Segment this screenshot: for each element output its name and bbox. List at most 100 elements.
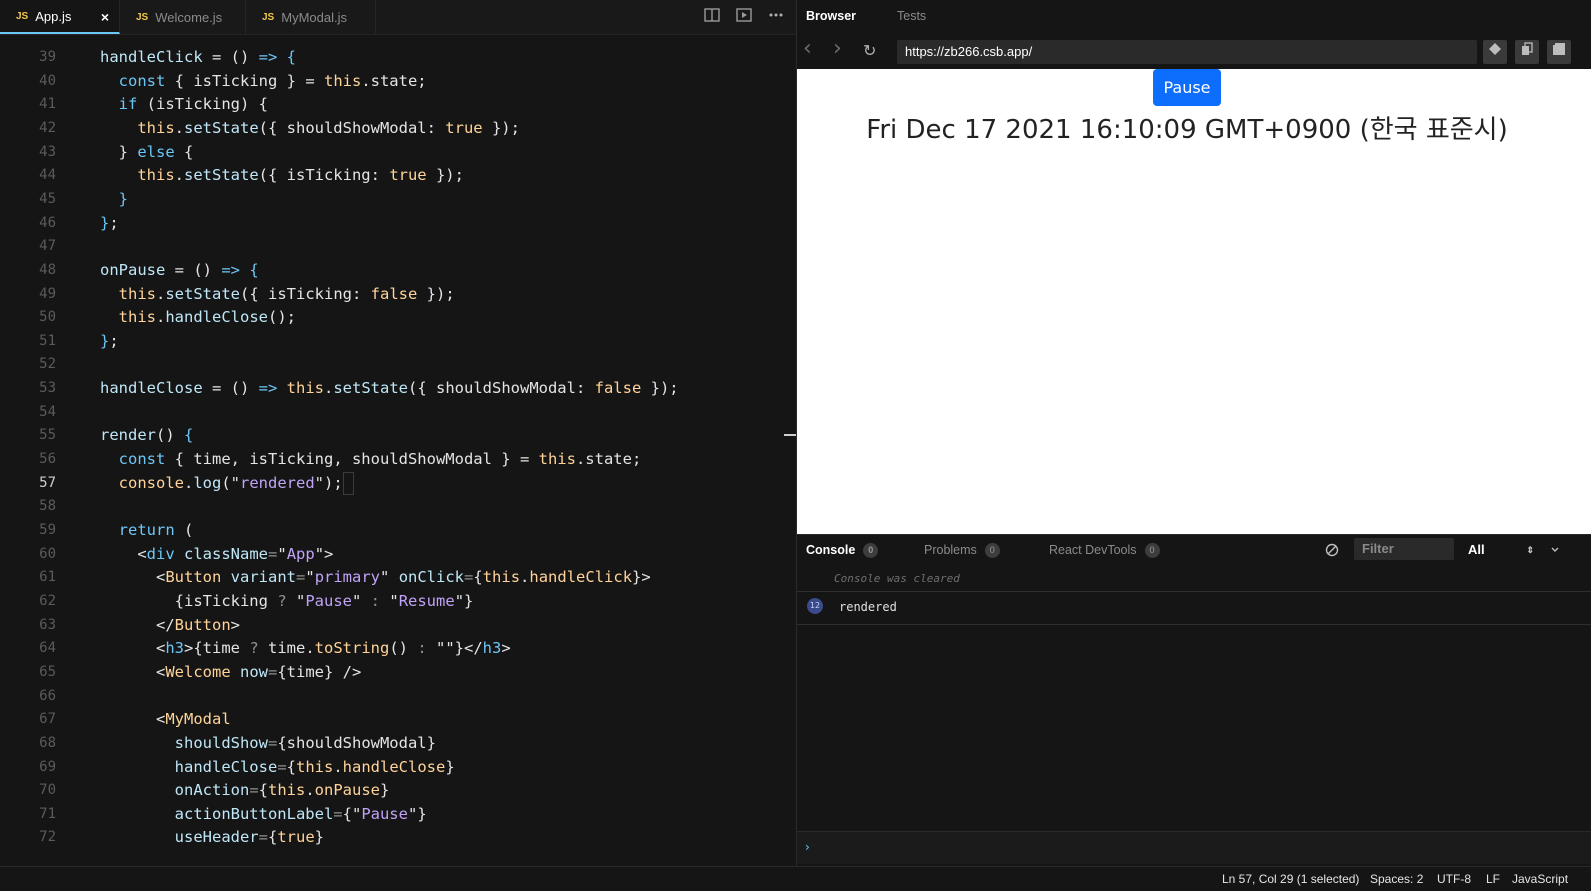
encoding[interactable]: UTF-8	[1437, 872, 1471, 886]
code-line[interactable]: 54	[0, 400, 782, 424]
chevron-down-icon[interactable]	[1549, 540, 1561, 559]
code-token: false	[370, 284, 418, 303]
code-line[interactable]: 42 this.setState({ shouldShowModal: true…	[0, 116, 782, 140]
code-text: console.log("rendered");	[100, 471, 343, 495]
code-line[interactable]: 63 </Button>	[0, 613, 782, 637]
code-token: (	[174, 521, 194, 539]
code-line[interactable]: 62 {isTicking ? "Pause" : "Resume"}	[0, 589, 782, 613]
code-token: this	[268, 781, 306, 800]
code-line[interactable]: 52	[0, 352, 782, 376]
pause-button[interactable]: Pause	[1153, 69, 1221, 106]
code-token: handleClose	[174, 757, 278, 776]
tab-mymodal-js[interactable]: JS MyModal.js	[246, 0, 376, 34]
code-line[interactable]: 53 handleClose = () => this.setState({ sh…	[0, 376, 782, 400]
tab-console[interactable]: Console 0	[806, 543, 879, 558]
code-token: setState	[184, 118, 259, 137]
code-line[interactable]: 59 return (	[0, 518, 782, 542]
code-line[interactable]: 72 useHeader={true}	[0, 825, 782, 849]
count-badge: 0	[1144, 543, 1160, 558]
code-line[interactable]: 58	[0, 494, 782, 518]
line-number: 60	[39, 545, 56, 562]
refresh-icon[interactable]: ↻	[863, 41, 876, 60]
code-line[interactable]: 46};	[0, 211, 782, 235]
code-line[interactable]: 65 <Welcome now={time} />	[0, 660, 782, 684]
code-token: handleClose	[100, 379, 203, 398]
language-mode[interactable]: JavaScript	[1512, 872, 1568, 886]
codesandbox-icon[interactable]	[1483, 40, 1507, 64]
line-number: 49	[39, 285, 56, 302]
url-input[interactable]: https://zb266.csb.app/	[897, 40, 1477, 64]
code-editor[interactable]: JS App.js × JS Welcome.js JS MyModal.js …	[0, 0, 797, 866]
code-token: else	[137, 142, 175, 161]
code-area[interactable]: 39 handleClick = () => {40 const { isTick…	[0, 34, 782, 866]
cursor-position[interactable]: Ln 57, Col 29 (1 selected)	[1222, 872, 1359, 886]
code-token: = ()	[165, 260, 222, 279]
copy-icon[interactable]	[1515, 40, 1539, 64]
code-line[interactable]: 43 } else {	[0, 140, 782, 164]
tab-react-devtools[interactable]: React DevTools 0	[1049, 543, 1160, 558]
code-line[interactable]: 44 this.setState({ isTicking: true });	[0, 163, 782, 187]
open-window-icon[interactable]	[1547, 40, 1571, 64]
code-text: onPause = () => {	[100, 258, 259, 282]
line-number: 66	[39, 687, 56, 704]
clear-console-icon[interactable]	[1325, 542, 1339, 561]
code-line[interactable]: 70 onAction={this.onPause}	[0, 778, 782, 802]
more-icon[interactable]	[766, 8, 786, 26]
code-token: .	[333, 757, 343, 776]
code-token: :	[417, 639, 427, 658]
code-text: this.setState({ shouldShowModal: true })…	[100, 116, 520, 140]
code-line[interactable]: 69 handleClose={this.handleClose}	[0, 755, 782, 779]
tab-welcome-js[interactable]: JS Welcome.js	[120, 0, 246, 34]
line-number: 43	[39, 143, 56, 160]
code-token: ({ isTicking:	[240, 284, 371, 303]
code-line[interactable]: 60 <div className="App">	[0, 542, 782, 566]
code-line[interactable]: 66	[0, 684, 782, 708]
code-text: onAction={this.onPause}	[100, 778, 390, 802]
code-line[interactable]: 64 <h3>{time ? time.toString() : ""}</h3…	[0, 636, 782, 660]
code-line[interactable]: 49 this.setState({ isTicking: false });	[0, 282, 782, 306]
code-line[interactable]: 45 }	[0, 187, 782, 211]
code-line[interactable]: 57 console.log("rendered");	[0, 471, 782, 495]
code-line[interactable]: 61 <Button variant="primary" onClick={th…	[0, 565, 782, 589]
code-line[interactable]: 55 render() {	[0, 423, 782, 447]
code-token: this	[118, 284, 156, 303]
line-number: 50	[39, 309, 56, 326]
forward-icon[interactable]: ›	[833, 36, 842, 61]
split-icon[interactable]	[702, 8, 722, 26]
line-ending[interactable]: LF	[1486, 872, 1500, 886]
code-text: <h3>{time ? time.toString() : ""}</h3>	[100, 636, 511, 660]
code-text: handleClose = () => this.setState({ shou…	[100, 376, 679, 400]
console-input[interactable]: ›	[797, 831, 1591, 864]
tab-tests[interactable]: Tests	[897, 9, 926, 23]
code-line[interactable]: 68 shouldShow={shouldShowModal}	[0, 731, 782, 755]
code-line[interactable]: 51};	[0, 329, 782, 353]
code-line[interactable]: 71 actionButtonLabel={"Pause"}	[0, 802, 782, 826]
code-line[interactable]: 50 this.handleClose();	[0, 305, 782, 329]
back-icon[interactable]: ‹	[803, 36, 812, 61]
log-level-select[interactable]: All ⇕	[1460, 538, 1540, 560]
filter-input[interactable]: Filter	[1354, 538, 1454, 560]
tab-browser[interactable]: Browser	[806, 9, 856, 23]
code-token: =>	[221, 260, 240, 279]
code-line[interactable]: 47	[0, 234, 782, 258]
code-line[interactable]: 39 handleClick = () => {	[0, 45, 782, 69]
code-line[interactable]: 48 onPause = () => {	[0, 258, 782, 282]
tab-problems[interactable]: Problems 0	[924, 543, 1000, 558]
code-token: "	[380, 568, 399, 587]
code-line[interactable]: 56 const { time, isTicking, shouldShowMo…	[0, 447, 782, 471]
code-token: >	[230, 615, 240, 634]
code-line[interactable]: 41 if (isTicking) {	[0, 92, 782, 116]
editor-tab-bar: JS App.js × JS Welcome.js JS MyModal.js	[0, 0, 796, 35]
code-line[interactable]: 67 <MyModal	[0, 707, 782, 731]
indentation[interactable]: Spaces: 2	[1370, 872, 1423, 886]
tab-app-js[interactable]: JS App.js ×	[0, 0, 120, 34]
close-icon[interactable]: ×	[101, 9, 109, 25]
code-text: this.setState({ isTicking: false });	[100, 282, 455, 306]
code-token: handleClose	[342, 757, 446, 776]
preview-icon[interactable]	[734, 8, 754, 26]
code-token: });	[426, 166, 464, 185]
code-line[interactable]: 40 const { isTicking } = this.state;	[0, 69, 782, 93]
